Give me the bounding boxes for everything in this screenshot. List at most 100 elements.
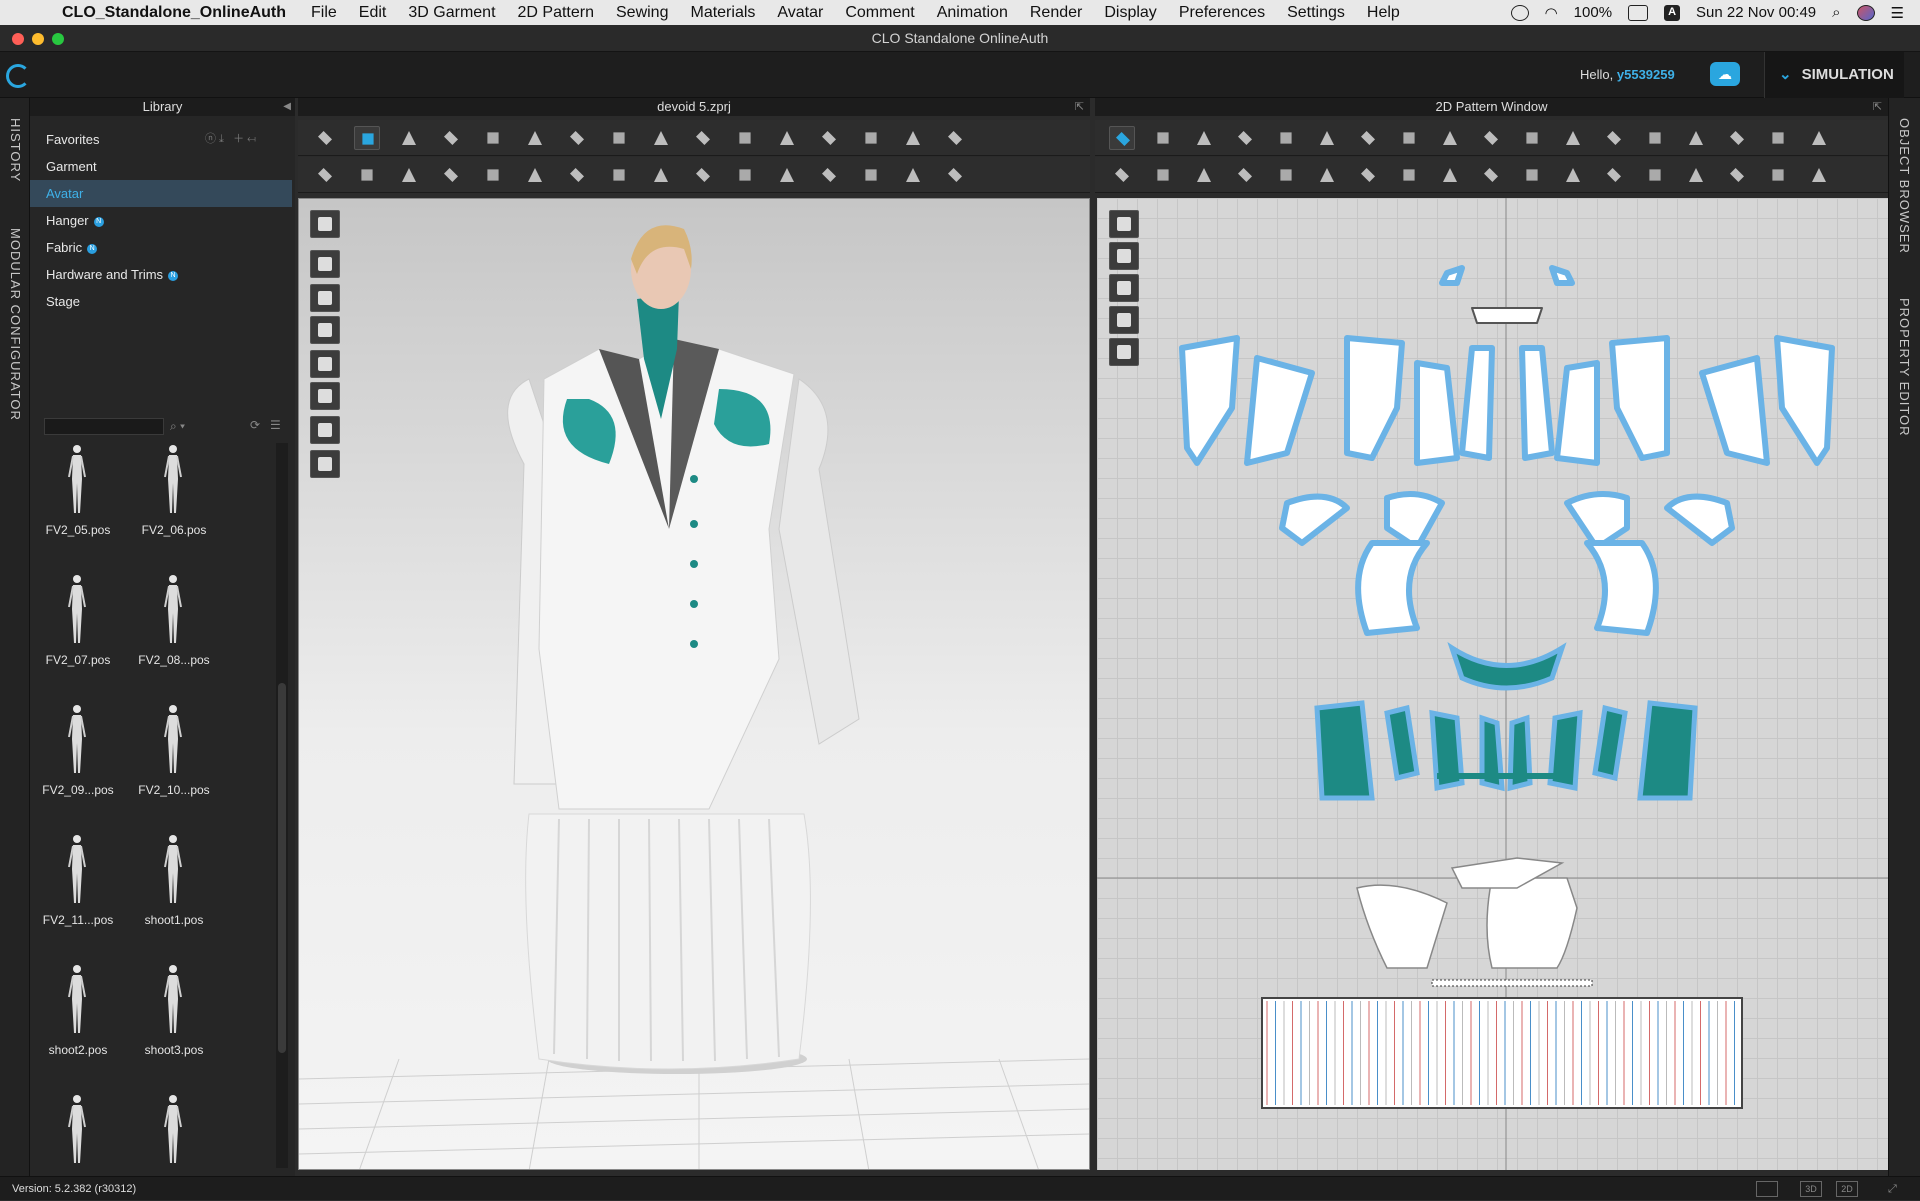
garment-visibility-button[interactable]: [1109, 242, 1139, 270]
toolbar-tool-button[interactable]: [564, 126, 590, 150]
toolbar-tool-button[interactable]: [1191, 163, 1217, 187]
spotlight-search-icon[interactable]: ⌕: [1832, 4, 1840, 21]
toolbar-tool-button[interactable]: [1355, 163, 1381, 187]
library-scrollbar[interactable]: [276, 443, 288, 1168]
environment-display-button[interactable]: [310, 450, 340, 478]
cloud-sync-icon[interactable]: ☁: [1710, 62, 1740, 86]
toolbar-tool-button[interactable]: [732, 163, 758, 187]
surface-display-button[interactable]: [310, 382, 340, 410]
toolbar-tool-button[interactable]: [480, 163, 506, 187]
toolbar-tool-button[interactable]: [1396, 126, 1422, 150]
toolbar-tool-button[interactable]: [1396, 163, 1422, 187]
search-icon[interactable]: ⌕ ▾: [170, 419, 185, 434]
tree-item-hanger[interactable]: Hanger N: [30, 207, 295, 234]
tree-item-stage[interactable]: Stage: [30, 288, 295, 315]
username[interactable]: y5539259: [1617, 67, 1675, 82]
library-item[interactable]: shoot2.pos: [30, 963, 126, 1093]
wifi-icon[interactable]: ◠: [1545, 4, 1558, 22]
menu-3d-garment[interactable]: 3D Garment: [408, 4, 495, 22]
toolbar-tool-button[interactable]: [1601, 126, 1627, 150]
creative-cloud-icon[interactable]: [1510, 4, 1529, 21]
toolbar-tool-button[interactable]: [396, 163, 422, 187]
toolbar-tool-button[interactable]: [1150, 126, 1176, 150]
object-browser-tab[interactable]: OBJECT BROWSER: [1897, 118, 1912, 254]
toolbar-tool-button[interactable]: [1109, 163, 1135, 187]
toolbar-tool-button[interactable]: [942, 126, 968, 150]
toolbar-tool-button[interactable]: [1109, 126, 1135, 150]
toolbar-tool-button[interactable]: [1478, 163, 1504, 187]
view-cube-button[interactable]: [310, 210, 340, 238]
toolbar-tool-button[interactable]: [1601, 163, 1627, 187]
expand-icon[interactable]: ⤢: [1888, 1177, 1897, 1201]
toolbar-tool-button[interactable]: [816, 126, 842, 150]
detach-icon[interactable]: ⇱: [1873, 98, 1882, 116]
3d-view-button[interactable]: 3D: [1800, 1181, 1822, 1197]
tree-item-avatar[interactable]: Avatar: [30, 180, 292, 207]
2d-pattern-viewport[interactable]: [1097, 198, 1888, 1170]
toolbar-tool-button[interactable]: [1560, 126, 1586, 150]
toolbar-tool-button[interactable]: [522, 126, 548, 150]
list-view-icon[interactable]: ☰: [270, 418, 281, 432]
garment-display-button[interactable]: [310, 250, 340, 278]
menu-help[interactable]: Help: [1367, 4, 1400, 22]
tree-item-fabric[interactable]: Fabric N: [30, 234, 295, 261]
toolbar-tool-button[interactable]: [1724, 163, 1750, 187]
toolbar-tool-button[interactable]: [900, 126, 926, 150]
toolbar-tool-button[interactable]: [1478, 126, 1504, 150]
library-item[interactable]: shoot3.pos: [126, 963, 222, 1093]
texture-display-button[interactable]: [310, 350, 340, 378]
refresh-icon[interactable]: ⟳: [250, 418, 260, 432]
toolbar-tool-button[interactable]: [1642, 126, 1668, 150]
toolbar-tool-button[interactable]: [1683, 163, 1709, 187]
library-search-input[interactable]: [44, 418, 164, 435]
toolbar-tool-button[interactable]: [438, 163, 464, 187]
toolbar-tool-button[interactable]: [606, 163, 632, 187]
pen-tool-button[interactable]: [1109, 210, 1139, 238]
toolbar-tool-button[interactable]: [900, 163, 926, 187]
split-view-button[interactable]: [1756, 1181, 1778, 1197]
library-item[interactable]: shoot1.pos: [126, 833, 222, 963]
toolbar-tool-button[interactable]: [648, 163, 674, 187]
toolbar-tool-button[interactable]: [1232, 126, 1258, 150]
modular-configurator-tab[interactable]: MODULAR CONFIGURATOR: [8, 228, 23, 421]
menu-edit[interactable]: Edit: [359, 4, 387, 22]
toolbar-tool-button[interactable]: [354, 126, 380, 150]
toolbar-tool-button[interactable]: [732, 126, 758, 150]
toolbar-tool-button[interactable]: [396, 126, 422, 150]
toolbar-tool-button[interactable]: [690, 126, 716, 150]
toolbar-tool-button[interactable]: [774, 163, 800, 187]
toolbar-tool-button[interactable]: [690, 163, 716, 187]
input-source-icon[interactable]: A: [1664, 4, 1681, 21]
toolbar-tool-button[interactable]: [1314, 163, 1340, 187]
menu-settings[interactable]: Settings: [1287, 4, 1345, 22]
history-tab[interactable]: HISTORY: [8, 118, 23, 182]
menu-2d-pattern[interactable]: 2D Pattern: [518, 4, 594, 22]
fabric-visibility-button[interactable]: [1109, 306, 1139, 334]
library-item[interactable]: FV2_06.pos: [126, 443, 222, 573]
toolbar-tool-button[interactable]: [858, 163, 884, 187]
toolbar-tool-button[interactable]: [942, 163, 968, 187]
property-editor-tab[interactable]: PROPERTY EDITOR: [1897, 298, 1912, 437]
toolbar-tool-button[interactable]: [1683, 126, 1709, 150]
library-item[interactable]: FV2_05.pos: [30, 443, 126, 573]
menu-animation[interactable]: Animation: [937, 4, 1008, 22]
toolbar-tool-button[interactable]: [1437, 126, 1463, 150]
toolbar-tool-button[interactable]: [1724, 126, 1750, 150]
menu-file[interactable]: File: [311, 4, 337, 22]
toolbar-tool-button[interactable]: [648, 126, 674, 150]
scroll-thumb[interactable]: [278, 683, 286, 1053]
toolbar-tool-button[interactable]: [1232, 163, 1258, 187]
battery-icon[interactable]: [1628, 4, 1649, 21]
menu-preferences[interactable]: Preferences: [1179, 4, 1265, 22]
library-item[interactable]: [30, 1093, 126, 1173]
menu-display[interactable]: Display: [1104, 4, 1156, 22]
tree-item-garment[interactable]: Garment: [30, 153, 295, 180]
collapse-icon[interactable]: ◀: [283, 98, 291, 116]
app-menu[interactable]: CLO_Standalone_OnlineAuth: [62, 4, 286, 22]
toolbar-tool-button[interactable]: [480, 126, 506, 150]
toolbar-tool-button[interactable]: [1437, 163, 1463, 187]
toolbar-tool-button[interactable]: [1355, 126, 1381, 150]
library-item[interactable]: [126, 1093, 222, 1173]
library-item[interactable]: FV2_10...pos: [126, 703, 222, 833]
toolbar-tool-button[interactable]: [438, 126, 464, 150]
